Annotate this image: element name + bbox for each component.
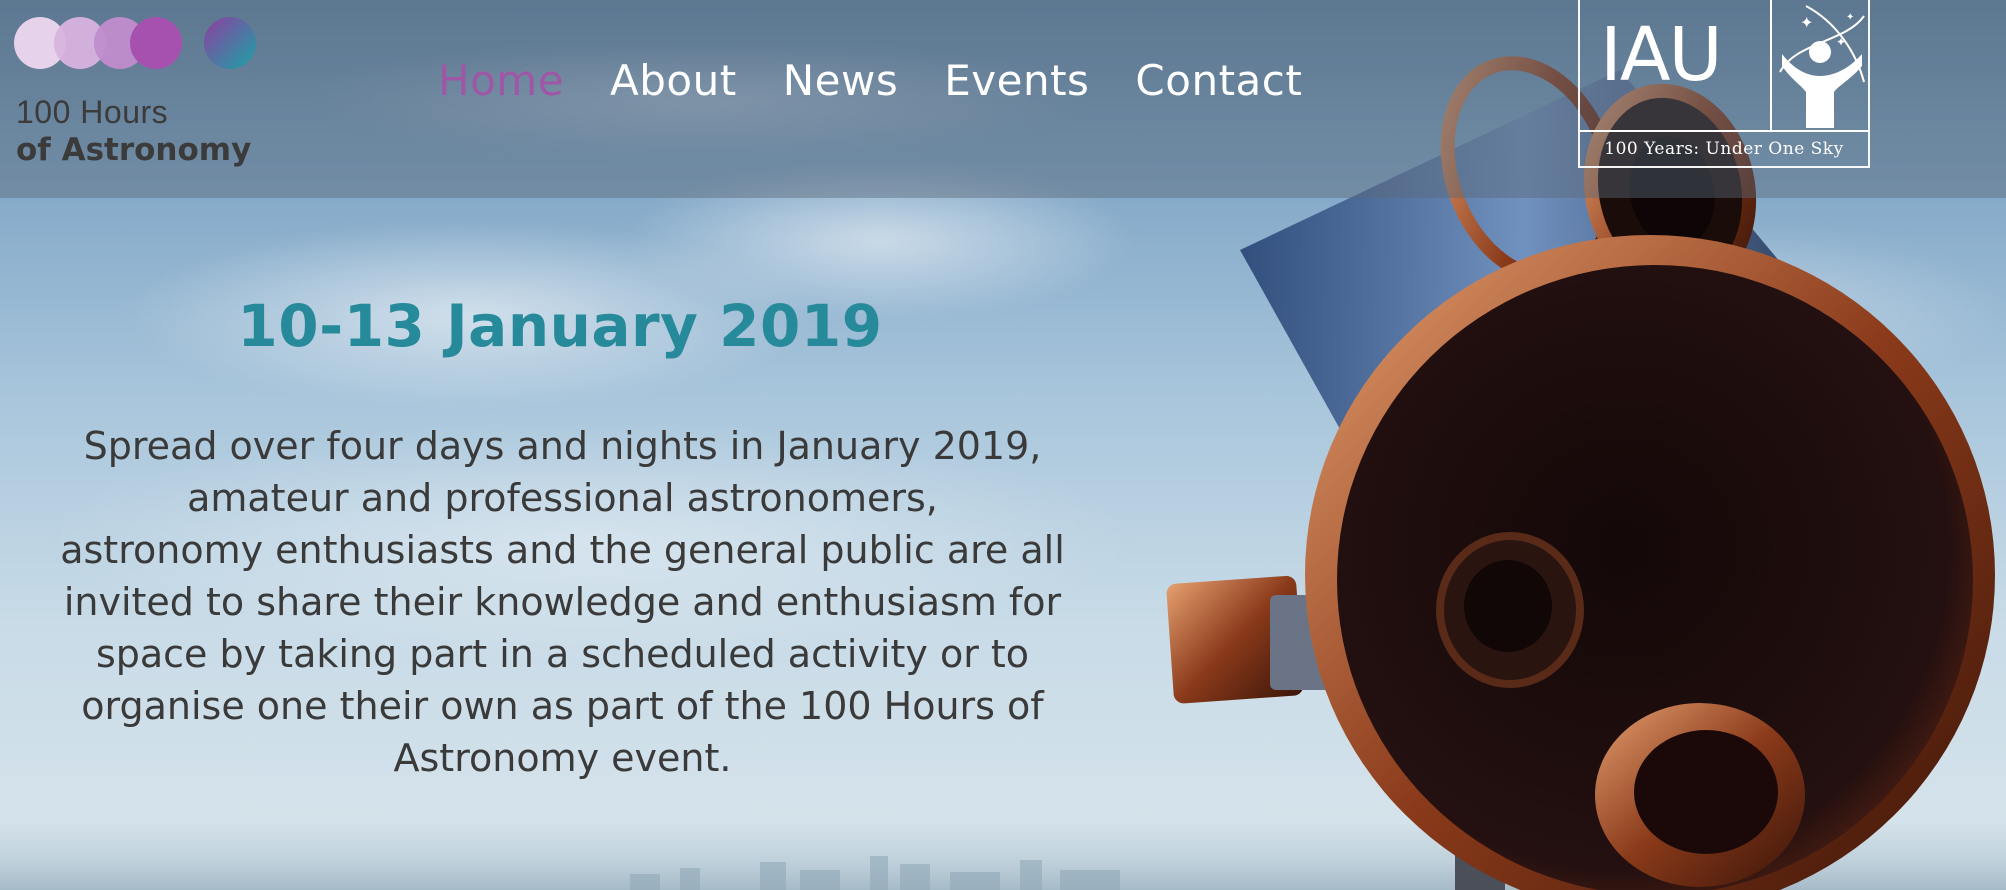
svg-text:✦: ✦ bbox=[1836, 35, 1846, 49]
nav-contact[interactable]: Contact bbox=[1135, 56, 1302, 105]
nav-news[interactable]: News bbox=[783, 56, 899, 105]
intro-line: astronomy enthusiasts and the general pu… bbox=[60, 528, 1065, 572]
iau-divider bbox=[1770, 0, 1772, 130]
iau-mark: IAU bbox=[1600, 12, 1723, 98]
svg-text:✦: ✦ bbox=[1800, 13, 1813, 32]
iau-tagline: 100 Years: Under One Sky bbox=[1604, 139, 1844, 159]
nav-events[interactable]: Events bbox=[944, 56, 1089, 105]
iau-emblem[interactable]: IAU ✦ ✦ ✦ 100 Years: Under One Sky bbox=[1578, 0, 1870, 168]
intro-line: space by taking part in a scheduled acti… bbox=[95, 632, 1030, 676]
nav-about[interactable]: About bbox=[610, 56, 737, 105]
event-intro-text: Spread over four days and nights in Janu… bbox=[0, 420, 1125, 784]
iau-rule bbox=[1580, 130, 1868, 132]
intro-line: Astronomy event. bbox=[393, 736, 732, 780]
intro-line: amateur and professional astronomers, bbox=[187, 476, 938, 520]
nav-home[interactable]: Home bbox=[438, 56, 564, 105]
event-date-heading: 10-13 January 2019 bbox=[237, 292, 883, 360]
logo-wordmark: 100 Hours of Astronomy bbox=[16, 94, 252, 168]
logo-line2: of Astronomy bbox=[16, 131, 252, 168]
intro-line: organise one their own as part of the 10… bbox=[81, 684, 1044, 728]
city-skyline bbox=[630, 856, 1120, 890]
site-header: 100 Hours of Astronomy Home About News E… bbox=[0, 0, 2006, 198]
svg-text:✦: ✦ bbox=[1846, 12, 1854, 23]
hundred-hours-circles-logo bbox=[14, 17, 256, 69]
iau-figure-icon: ✦ ✦ ✦ bbox=[1779, 5, 1865, 128]
main-nav: Home About News Events Contact bbox=[438, 56, 1302, 105]
page: 100 Hours of Astronomy Home About News E… bbox=[0, 0, 2006, 890]
site-logo[interactable]: 100 Hours of Astronomy bbox=[14, 14, 274, 184]
logo-line1: 100 Hours bbox=[16, 94, 169, 130]
intro-line: invited to share their knowledge and ent… bbox=[63, 580, 1062, 624]
intro-line: Spread over four days and nights in Janu… bbox=[83, 424, 1042, 468]
